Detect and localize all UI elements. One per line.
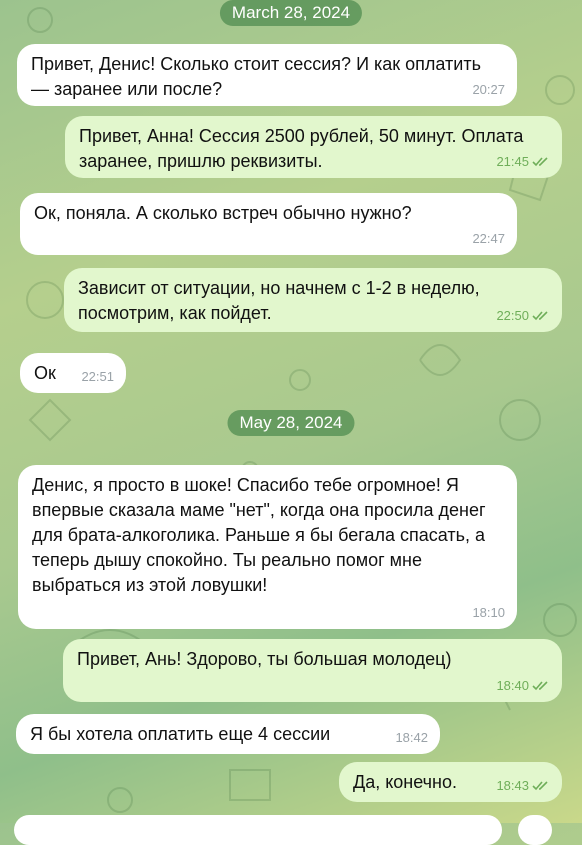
double-check-icon — [532, 780, 548, 790]
message-meta: 21:45 — [496, 149, 550, 174]
double-check-icon — [532, 310, 548, 320]
message-time: 18:40 — [496, 678, 529, 693]
message-text: Привет, Ань! Здорово, ты большая молодец… — [77, 649, 452, 669]
message-meta: 18:40 — [496, 673, 550, 698]
message-meta: 22:50 — [496, 303, 550, 328]
message-text: Ок — [34, 363, 56, 383]
message-outgoing[interactable]: Да, конечно. 18:43 — [339, 762, 562, 802]
date-separator: March 28, 2024 — [219, 0, 363, 26]
message-text: Денис, я просто в шоке! Спасибо тебе огр… — [32, 475, 486, 595]
message-text: Я бы хотела оплатить еще 4 сессии — [30, 724, 331, 744]
date-separator: May 28, 2024 — [227, 410, 355, 436]
message-outgoing[interactable]: Привет, Анна! Сессия 2500 рублей, 50 мин… — [65, 116, 562, 178]
message-time: 18:10 — [472, 605, 505, 620]
message-text: Привет, Денис! Сколько стоит сессия? И к… — [31, 54, 481, 99]
message-incoming[interactable]: Ок 22:51 — [20, 353, 126, 393]
message-outgoing[interactable]: Привет, Ань! Здорово, ты большая молодец… — [63, 639, 562, 702]
message-time: 21:45 — [496, 154, 529, 169]
message-input[interactable] — [14, 815, 502, 845]
message-incoming[interactable]: Денис, я просто в шоке! Спасибо тебе огр… — [18, 465, 517, 629]
message-meta: 22:51 — [81, 364, 114, 389]
message-meta: 20:27 — [472, 77, 505, 102]
message-incoming[interactable]: Я бы хотела оплатить еще 4 сессии 18:42 — [16, 714, 440, 754]
double-check-icon — [532, 156, 548, 166]
message-outgoing[interactable]: Зависит от ситуации, но начнем с 1-2 в н… — [64, 268, 562, 332]
message-time: 18:42 — [395, 730, 428, 745]
message-text: Привет, Анна! Сессия 2500 рублей, 50 мин… — [79, 126, 524, 171]
message-time: 20:27 — [472, 82, 505, 97]
message-text: Зависит от ситуации, но начнем с 1-2 в н… — [78, 278, 480, 323]
message-time: 22:50 — [496, 308, 529, 323]
double-check-icon — [532, 680, 548, 690]
message-text: Да, конечно. — [353, 772, 457, 792]
message-meta: 22:47 — [472, 226, 505, 251]
message-meta: 18:43 — [496, 773, 550, 798]
chat-area[interactable]: March 28, 2024 Привет, Денис! Сколько ст… — [0, 0, 582, 845]
message-meta: 18:10 — [472, 600, 505, 625]
message-incoming[interactable]: Привет, Денис! Сколько стоит сессия? И к… — [17, 44, 517, 106]
message-incoming[interactable]: Ок, поняла. А сколько встреч обычно нужн… — [20, 193, 517, 255]
message-time: 18:43 — [496, 778, 529, 793]
composer-button[interactable] — [518, 815, 552, 845]
message-time: 22:47 — [472, 231, 505, 246]
message-meta: 18:42 — [395, 725, 428, 750]
message-time: 22:51 — [81, 369, 114, 384]
message-text: Ок, поняла. А сколько встреч обычно нужн… — [34, 203, 412, 223]
